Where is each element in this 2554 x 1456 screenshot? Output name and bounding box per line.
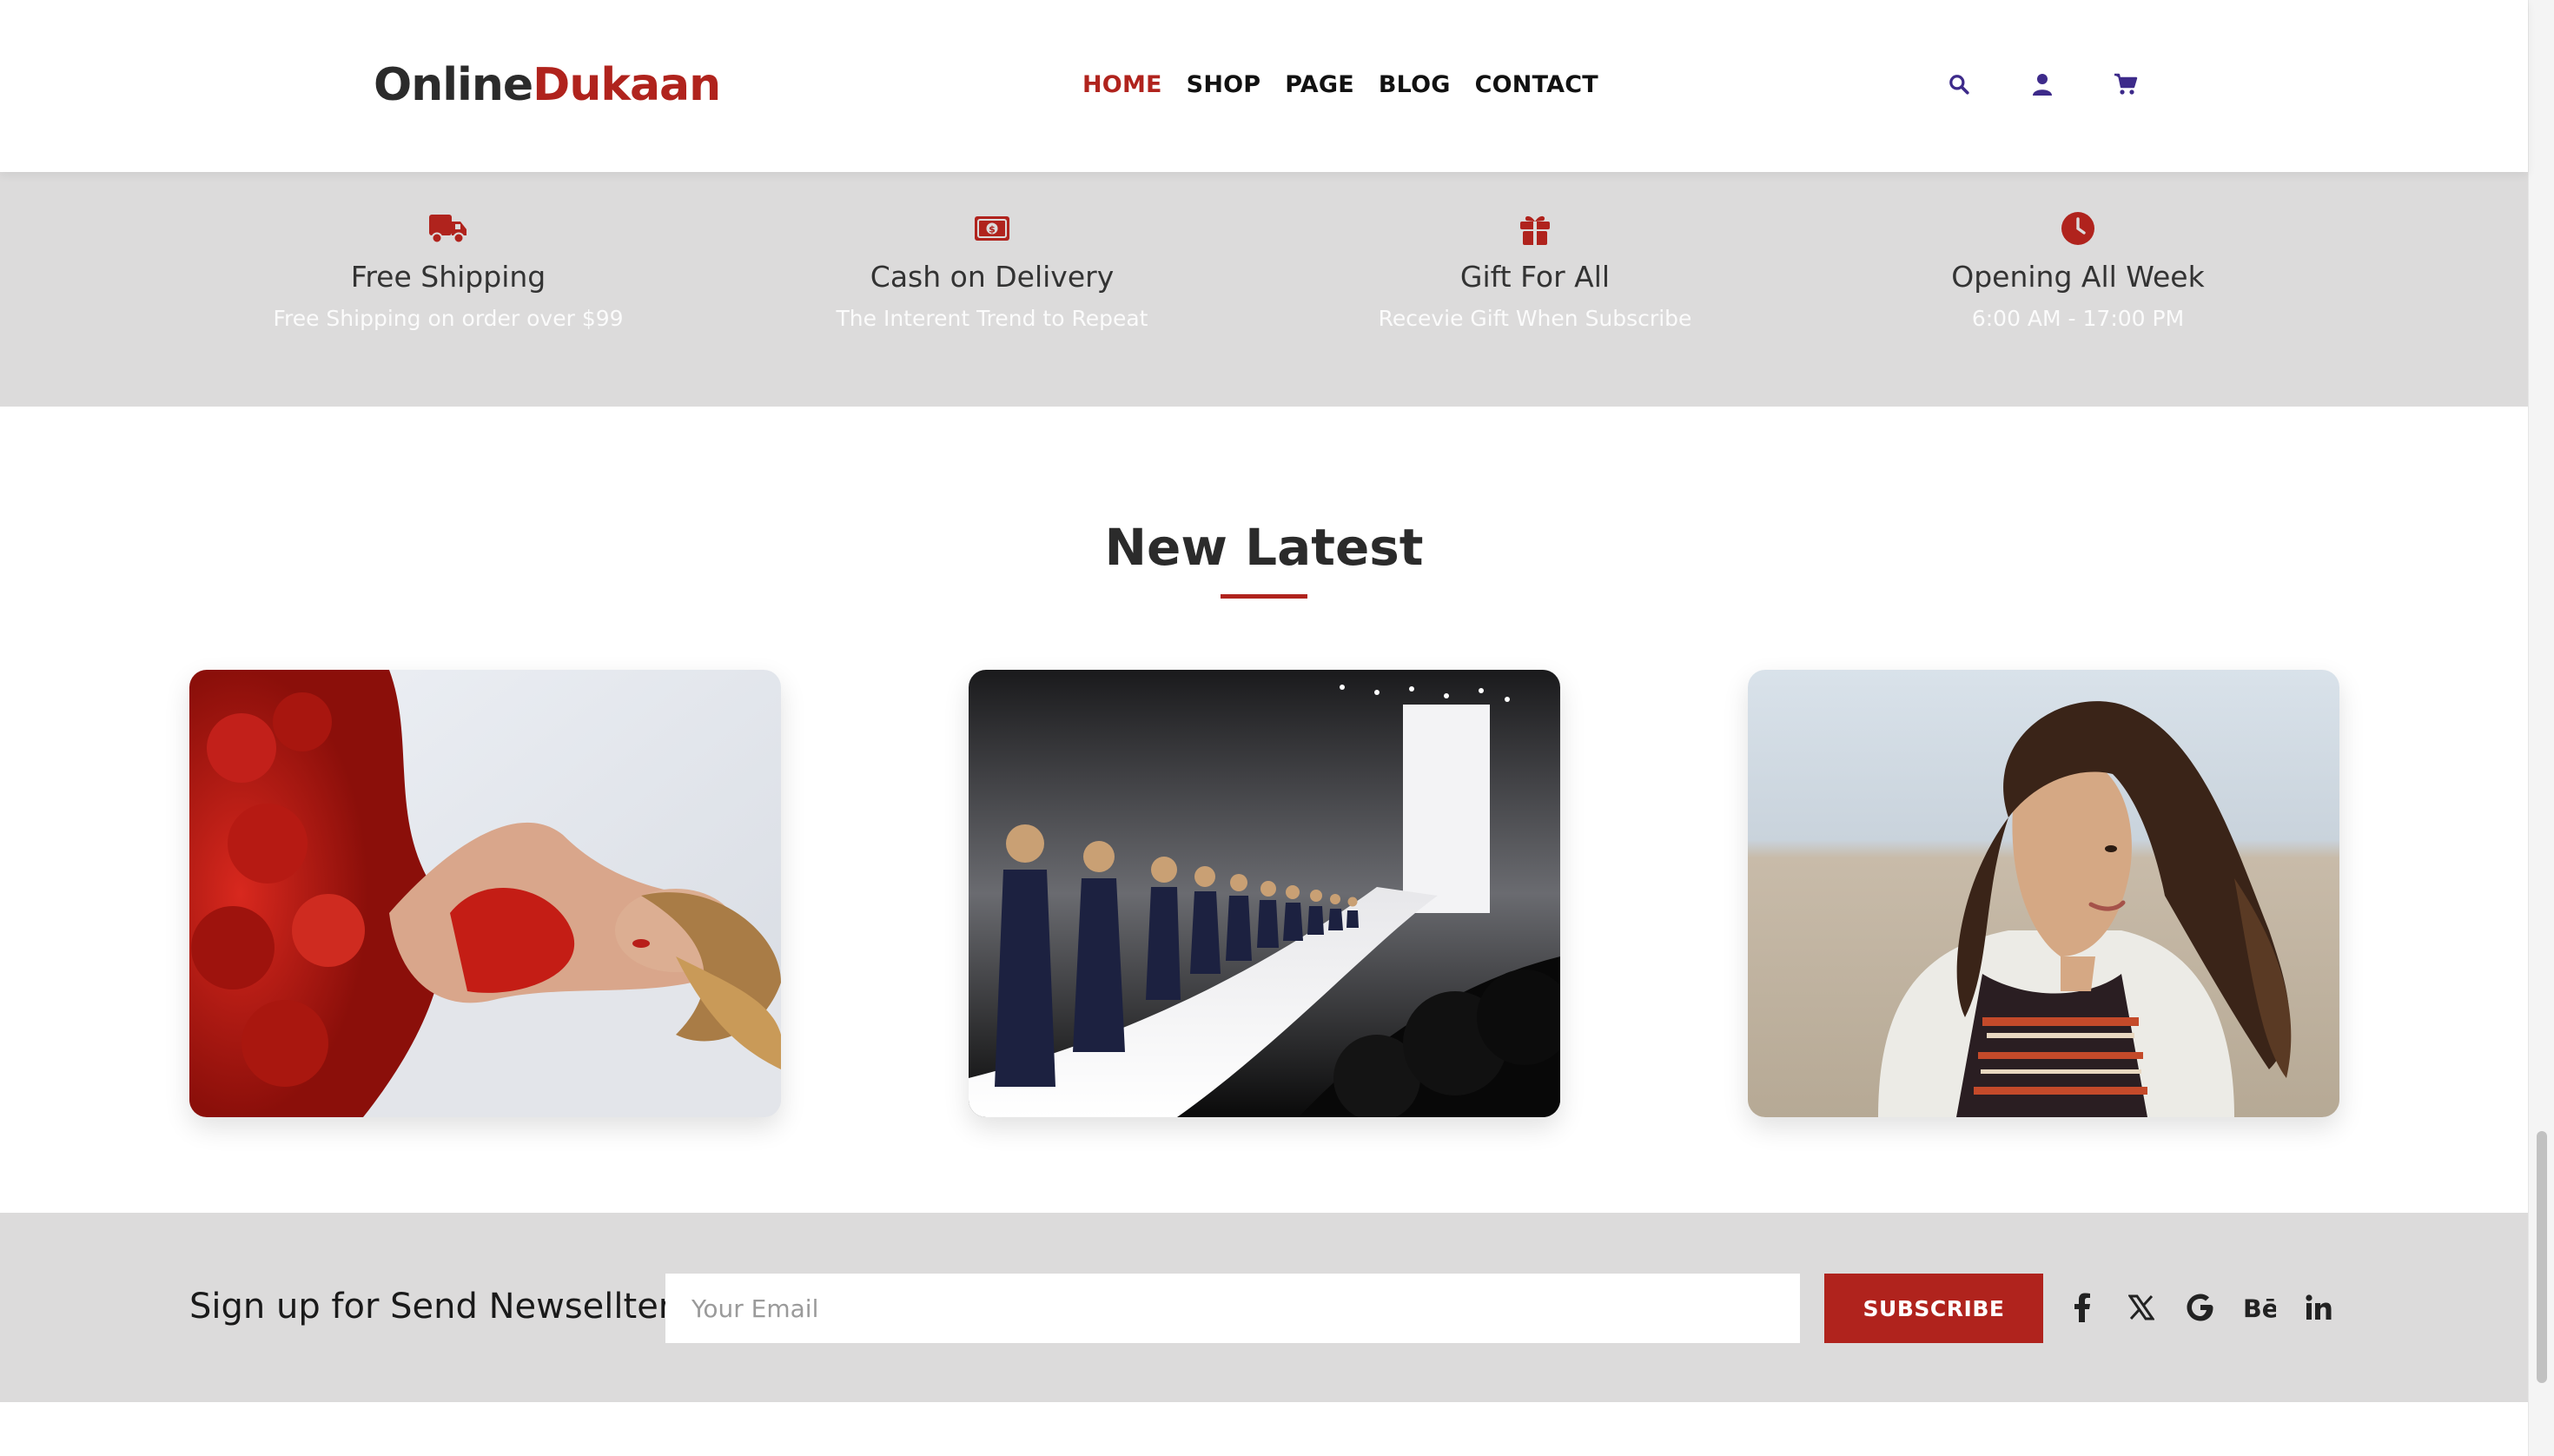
product-card-red-dress[interactable] [189, 670, 781, 1117]
user-icon[interactable] [2026, 68, 2059, 101]
product-card-beach-portrait[interactable] [1748, 670, 2339, 1117]
behance-icon[interactable]: Bē [2243, 1287, 2276, 1327]
svg-text:$: $ [989, 224, 996, 235]
scrollbar-thumb[interactable] [2537, 1131, 2547, 1383]
feature-title: Gift For All [1459, 260, 1611, 294]
social-links: Bē [2066, 1287, 2335, 1327]
linkedin-icon[interactable] [2302, 1287, 2335, 1327]
feature-title: Opening All Week [1951, 260, 2205, 294]
main-nav: HOME SHOP PAGE BLOG CONTACT [1082, 68, 1598, 103]
features-band: Free Shipping Free Shipping on order ove… [0, 172, 2528, 407]
feature-title: Cash on Delivery [870, 260, 1115, 294]
nav-blog[interactable]: BLOG [1379, 68, 1451, 103]
page-scrollbar[interactable] [2528, 0, 2554, 1456]
header-actions [1942, 68, 2142, 101]
section-title: New Latest [1104, 518, 1424, 577]
newsletter-band: Sign up for Send Newsellter SUBSCRIBE Bē [0, 1213, 2528, 1402]
section-title-underline [1221, 594, 1307, 599]
feature-title: Free Shipping [350, 260, 546, 294]
cart-icon[interactable] [2109, 68, 2142, 101]
email-input[interactable] [665, 1274, 1800, 1343]
newsletter-label: Sign up for Send Newsellter [189, 1287, 673, 1327]
product-image [969, 670, 1560, 1117]
feature-cash-on-delivery: $ Cash on Delivery The Interent Trend to… [749, 208, 1235, 335]
x-icon[interactable] [2125, 1287, 2158, 1327]
logo-part-online: Online [374, 59, 533, 111]
search-icon[interactable] [1942, 68, 1975, 101]
product-card-runway[interactable] [969, 670, 1560, 1117]
facebook-icon[interactable] [2066, 1287, 2099, 1327]
feature-subtitle: The Interent Trend to Repeat [836, 306, 1148, 331]
site-header: OnlineDukaan HOME SHOP PAGE BLOG CONTACT [0, 0, 2528, 172]
feature-gift-for-all: Gift For All Recevie Gift When Subscribe [1292, 208, 1778, 335]
nav-home[interactable]: HOME [1082, 68, 1162, 103]
svg-text:Bē: Bē [2243, 1294, 2276, 1320]
product-image [189, 670, 781, 1117]
nav-page[interactable]: PAGE [1285, 68, 1354, 103]
logo-part-dukaan: Dukaan [533, 59, 721, 111]
clock-icon [1835, 208, 2321, 248]
subscribe-button[interactable]: SUBSCRIBE [1824, 1274, 2043, 1343]
feature-opening-all-week: Opening All Week 6:00 AM - 17:00 PM [1835, 208, 2321, 335]
feature-subtitle: Recevie Gift When Subscribe [1378, 306, 1692, 331]
site-logo[interactable]: OnlineDukaan [374, 54, 721, 116]
nav-shop[interactable]: SHOP [1187, 68, 1261, 103]
product-image [1748, 670, 2339, 1117]
feature-free-shipping: Free Shipping Free Shipping on order ove… [205, 208, 691, 335]
google-icon[interactable] [2184, 1287, 2217, 1327]
feature-subtitle: 6:00 AM - 17:00 PM [1971, 306, 2185, 331]
nav-contact[interactable]: CONTACT [1475, 68, 1598, 103]
feature-subtitle: Free Shipping on order over $99 [273, 306, 624, 331]
truck-icon [205, 208, 691, 248]
cash-icon: $ [749, 208, 1235, 248]
gift-icon [1292, 208, 1778, 248]
